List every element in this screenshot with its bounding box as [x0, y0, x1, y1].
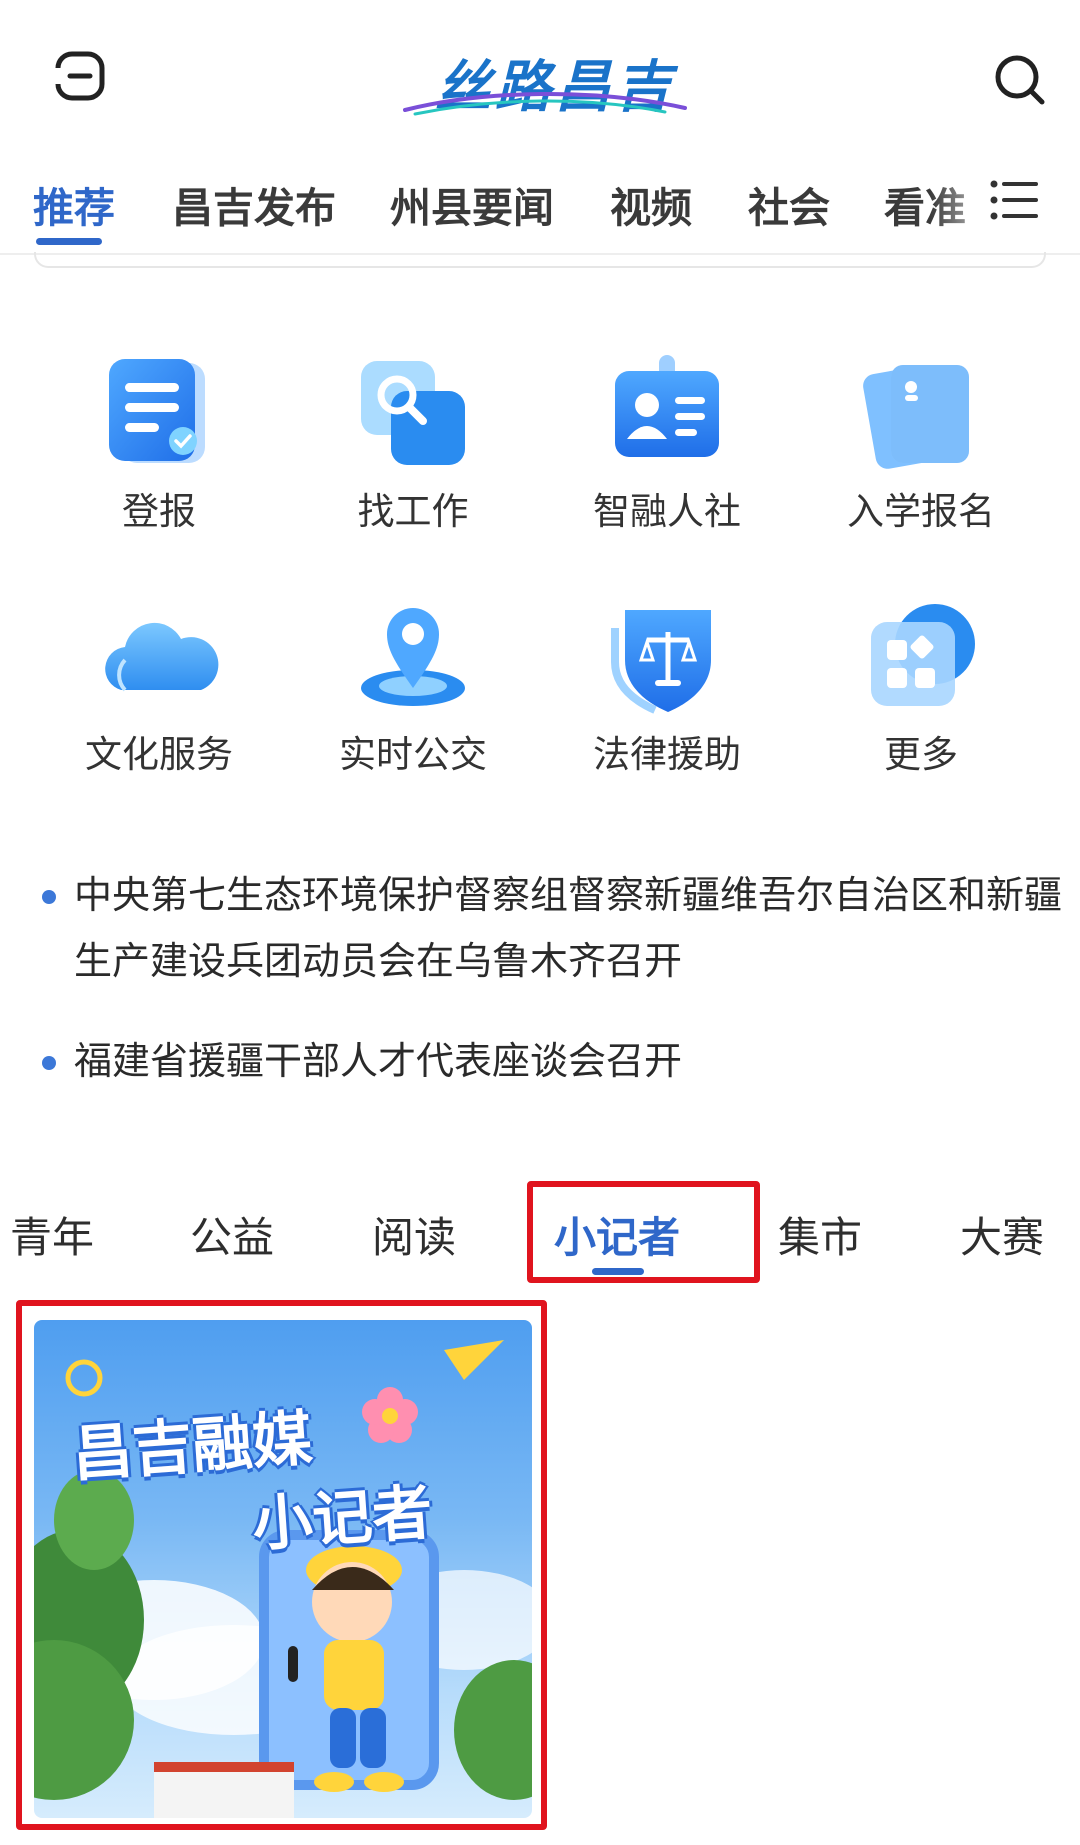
subtab-market[interactable]: 集市 — [778, 1204, 862, 1265]
tab-society[interactable]: 社会 — [748, 174, 830, 234]
job-search-icon — [353, 355, 473, 475]
service-find-job[interactable]: 找工作 — [286, 355, 540, 555]
tab-recommend[interactable]: 推荐 — [33, 174, 115, 234]
menu-icon[interactable] — [52, 46, 112, 106]
service-zhirong-renshe[interactable]: 智融人社 — [540, 355, 794, 555]
app-logo: 丝路昌吉 — [395, 30, 695, 120]
service-label: 实时公交 — [339, 733, 487, 776]
service-dengbao[interactable]: 登报 — [32, 355, 286, 555]
service-more[interactable]: 更多 — [794, 598, 1048, 798]
channel-list-icon[interactable] — [990, 178, 1040, 222]
subtab-reading[interactable]: 阅读 — [372, 1204, 456, 1265]
newspaper-form-icon — [99, 355, 219, 475]
news-item[interactable]: 福建省援疆干部人才代表座谈会召开 — [36, 1028, 1046, 1094]
news-title[interactable]: 中央第七生态环境保护督察组督察新疆维吾尔自治区和新疆生产建设兵团动员会在乌鲁木齐… — [74, 862, 1064, 994]
subtab-youth[interactable]: 青年 — [10, 1204, 94, 1265]
subtab-contest[interactable]: 大赛 — [960, 1204, 1044, 1265]
subtab-charity[interactable]: 公益 — [190, 1204, 274, 1265]
service-label: 入学报名 — [847, 490, 995, 533]
service-label: 登报 — [122, 490, 196, 533]
service-label: 文化服务 — [85, 733, 233, 776]
service-culture[interactable]: 文化服务 — [32, 598, 286, 798]
id-badge-icon — [607, 355, 727, 475]
highlight-box — [16, 1300, 547, 1830]
channel-tabs: 推荐 昌吉发布 州县要闻 视频 社会 看准 — [0, 160, 1080, 255]
location-pin-icon — [353, 598, 473, 718]
service-label: 智融人社 — [593, 490, 741, 533]
service-label: 更多 — [884, 733, 958, 776]
active-tab-indicator — [36, 238, 102, 245]
news-title[interactable]: 福建省援疆干部人才代表座谈会召开 — [74, 1028, 1064, 1094]
news-bullet — [42, 890, 56, 904]
law-shield-icon — [607, 598, 727, 718]
search-icon[interactable] — [990, 50, 1050, 110]
news-item[interactable]: 中央第七生态环境保护督察组督察新疆维吾尔自治区和新疆生产建设兵团动员会在乌鲁木齐… — [36, 862, 1062, 994]
enrollment-card-icon — [861, 355, 981, 475]
service-label: 法律援助 — [593, 733, 741, 776]
logo-swoosh-icon — [403, 91, 687, 116]
service-school-enroll[interactable]: 入学报名 — [794, 355, 1048, 555]
more-apps-icon — [861, 598, 981, 718]
service-label: 找工作 — [357, 490, 469, 533]
tab-changji-release[interactable]: 昌吉发布 — [172, 174, 336, 234]
service-legal-aid[interactable]: 法律援助 — [540, 598, 794, 798]
banner-card-edge — [34, 252, 1046, 268]
news-bullet — [42, 1056, 56, 1070]
tab-county-news[interactable]: 州县要闻 — [390, 174, 554, 234]
app-header: 丝路昌吉 — [0, 0, 1080, 160]
tab-video[interactable]: 视频 — [610, 174, 692, 234]
service-realtime-bus[interactable]: 实时公交 — [286, 598, 540, 798]
highlight-box — [527, 1181, 760, 1283]
cloud-icon — [99, 598, 219, 718]
